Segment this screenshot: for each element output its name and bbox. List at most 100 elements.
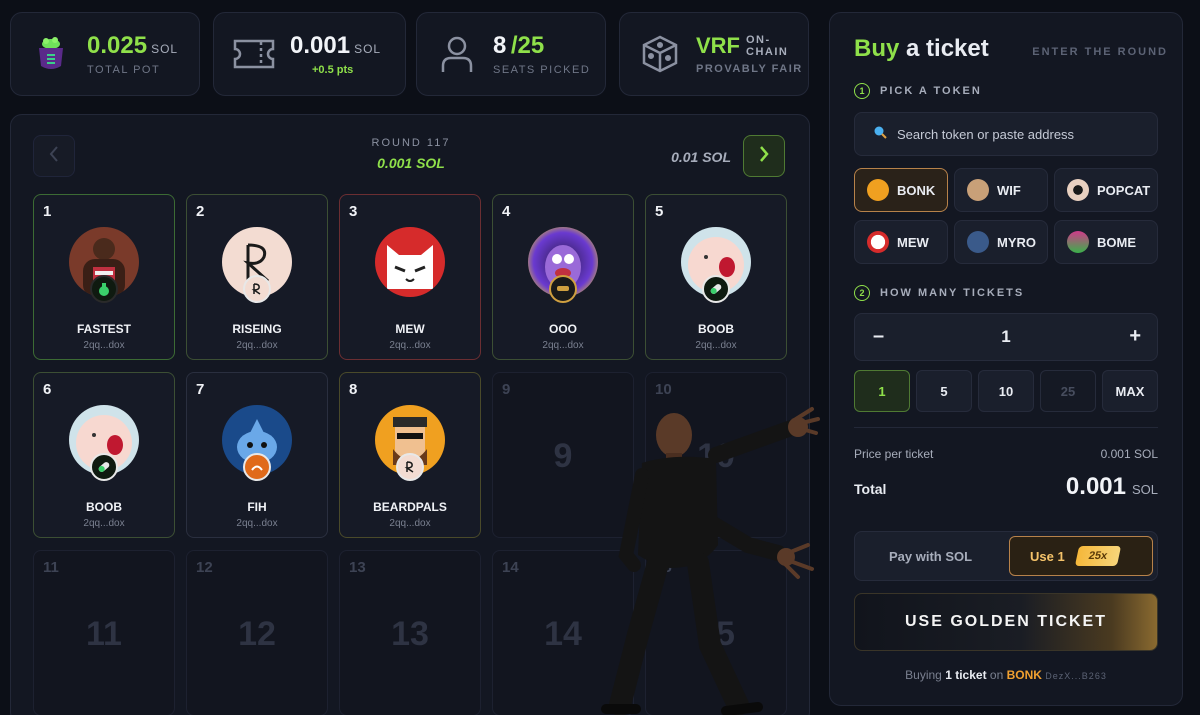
seat-name: MEW	[395, 322, 425, 336]
empty-seat[interactable]: 11 11	[33, 550, 175, 715]
seat-card[interactable]: 2 RISEING 2qq...dox	[186, 194, 328, 360]
quick-qty-max[interactable]: MAX	[1102, 370, 1158, 412]
quick-qty-5[interactable]: 5	[916, 370, 972, 412]
footer-token: BONK	[1006, 668, 1042, 682]
quick-qty-25[interactable]: 25	[1040, 370, 1096, 412]
total-value: 0.001	[1065, 473, 1126, 500]
quantity-value[interactable]: 1	[855, 327, 1157, 347]
seat-number: 8	[349, 381, 358, 398]
seats-picked-count: 8	[493, 32, 507, 59]
payment-toggle: Pay with SOL Use 1 25x	[854, 531, 1158, 581]
use-golden-ticket-option[interactable]: Use 1 25x	[1009, 536, 1153, 576]
pay-with-sol-option[interactable]: Pay with SOL	[889, 549, 972, 564]
seats-picked-label: SEATS PICKED	[493, 64, 591, 76]
token-popcat[interactable]: POPCAT	[1054, 168, 1158, 212]
seat-card[interactable]: 7 FIH 2qq...dox	[186, 372, 328, 538]
dancing-man-overlay	[598, 405, 823, 715]
total-pot-label: TOTAL POT	[87, 64, 161, 76]
total-pot-value: 0.025	[87, 32, 148, 59]
seat-name: BOOB	[698, 322, 734, 336]
price-value: 0.001 SOL	[1100, 447, 1158, 461]
total-row: Total 0.001 SOL	[854, 473, 1158, 501]
token-label: MYRO	[997, 234, 1036, 250]
seat-number: 11	[43, 559, 59, 576]
seat-number: 4	[502, 203, 511, 220]
stat-total-pot: 0.025 SOL TOTAL POT	[10, 12, 200, 96]
price-per-ticket-row: Price per ticket 0.001 SOL	[854, 447, 1158, 461]
buy-ticket-panel: Buy a ticket ENTER THE ROUND 1 PICK A TO…	[829, 12, 1183, 706]
seat-card[interactable]: 5 BOOB 2qq...dox	[645, 194, 787, 360]
seat-number: 7	[196, 381, 205, 398]
seat-number-large: 11	[86, 615, 122, 653]
next-round-button[interactable]	[743, 135, 785, 177]
search-icon	[873, 125, 887, 144]
token-bome[interactable]: BOME	[1054, 220, 1158, 264]
token-label: BONK	[897, 182, 936, 198]
vrf-label: PROVABLY FAIR	[696, 63, 803, 75]
seat-name: BEARDPALS	[373, 500, 447, 514]
seat-address: 2qq...dox	[695, 340, 737, 351]
token-label: BOME	[1097, 234, 1136, 250]
seats-total: /25	[510, 32, 545, 59]
footer-address: DezX...B263	[1045, 671, 1107, 681]
token-label: WIF	[997, 182, 1021, 198]
increment-button[interactable]: +	[1129, 325, 1141, 348]
quick-qty-1[interactable]: 1	[854, 370, 910, 412]
token-mew[interactable]: MEW	[854, 220, 948, 264]
purchase-summary: Buying 1 ticket on BONK DezX...B263	[830, 668, 1182, 682]
wif-icon	[967, 179, 989, 201]
seat-number-large: 13	[391, 615, 429, 653]
user-icon	[435, 32, 479, 76]
step-label: HOW MANY TICKETS	[880, 287, 1025, 299]
seat-card[interactable]: 8 BEARDPALS 2qq...dox	[339, 372, 481, 538]
vrf-title: VRF	[696, 33, 740, 58]
avatar	[375, 227, 445, 297]
multiplier-badge: 25x	[1074, 546, 1121, 566]
seat-name: RISEING	[232, 322, 282, 336]
mew-icon	[867, 231, 889, 253]
step-how-many: 2 HOW MANY TICKETS	[854, 285, 1024, 301]
total-label: Total	[854, 481, 887, 497]
seat-card[interactable]: 6 BOOB 2qq...dox	[33, 372, 175, 538]
seat-card[interactable]: 3 MEW 2qq...dox	[339, 194, 481, 360]
myro-icon	[967, 231, 989, 253]
bonk-icon	[867, 179, 889, 201]
empty-seat[interactable]: 13 13	[339, 550, 481, 715]
popcat-icon	[1067, 179, 1089, 201]
token-label: MEW	[897, 234, 929, 250]
enter-round-label: ENTER THE ROUND	[1032, 46, 1168, 58]
token-search[interactable]	[854, 112, 1158, 156]
quick-qty-10[interactable]: 10	[978, 370, 1034, 412]
step-pick-token: 1 PICK A TOKEN	[854, 83, 982, 99]
use-ticket-label: Use 1	[1030, 548, 1065, 564]
chevron-left-icon	[48, 145, 60, 168]
seat-number: 1	[43, 203, 52, 220]
price-label: Price per ticket	[854, 447, 934, 461]
prev-round-button[interactable]	[33, 135, 75, 177]
seat-number: 10	[655, 381, 672, 398]
panel-title: Buy a ticket	[854, 35, 989, 63]
use-golden-ticket-button[interactable]: USE GOLDEN TICKET	[854, 593, 1158, 651]
seat-address: 2qq...dox	[389, 340, 431, 351]
seat-address: 2qq...dox	[83, 340, 125, 351]
seat-card[interactable]: 4 OOO 2qq...dox	[492, 194, 634, 360]
seat-number: 2	[196, 203, 205, 220]
token-bonk[interactable]: BONK	[854, 168, 948, 212]
footer-on: on	[989, 668, 1004, 682]
seat-card[interactable]: 1 FASTEST 2qq...dox	[33, 194, 175, 360]
pill-icon	[90, 453, 118, 481]
seat-number: 9	[502, 381, 511, 398]
token-myro[interactable]: MYRO	[954, 220, 1048, 264]
search-input[interactable]	[897, 126, 1147, 142]
token-badge-icon	[243, 275, 271, 303]
seat-address: 2qq...dox	[83, 518, 125, 529]
chevron-right-icon	[758, 145, 770, 168]
panel-title-green: Buy	[854, 35, 900, 62]
vrf-chain: CHAIN	[746, 46, 789, 58]
seat-number: 5	[655, 203, 664, 220]
empty-seat[interactable]: 12 12	[186, 550, 328, 715]
token-wif[interactable]: WIF	[954, 168, 1048, 212]
bome-icon	[1067, 231, 1089, 253]
round-price: 0.001 SOL	[377, 155, 445, 171]
dice-icon	[638, 32, 682, 76]
